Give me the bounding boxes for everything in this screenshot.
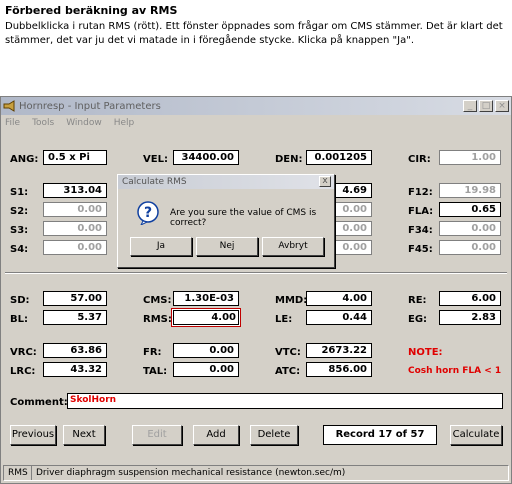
f34-label: F34: [408,225,433,236]
question-icon: ? [137,201,159,225]
cancel-button[interactable]: Avbryt [262,237,324,256]
note-text: Cosh horn FLA < 1 [408,366,502,376]
tal-field[interactable]: 0.00 [173,362,239,377]
f45-field[interactable]: 0.00 [439,240,501,255]
fr-field[interactable]: 0.00 [173,343,239,358]
s4-label: S4: [10,244,29,255]
menu-window[interactable]: Window [66,118,102,128]
delete-button[interactable]: Delete [250,425,298,445]
bl-label: BL: [10,314,28,325]
note-label: NOTE: [408,347,443,358]
fr-label: FR: [143,347,162,358]
rms-field[interactable]: 4.00 [171,308,241,327]
no-button[interactable]: Nej [196,237,258,256]
add-button[interactable]: Add [193,425,239,445]
sd-field[interactable]: 57.00 [43,291,107,306]
mmd-field[interactable]: 4.00 [306,291,372,306]
vrc-label: VRC: [10,347,37,358]
vel-field[interactable]: 34400.00 [173,150,239,165]
maximize-button[interactable]: □ [479,100,493,112]
lrc-field[interactable]: 43.32 [43,362,107,377]
s2-field[interactable]: 0.00 [43,202,107,217]
doc-heading: Förbered beräkning av RMS [5,4,178,17]
edit-button[interactable]: Edit [132,425,182,445]
app-icon [3,100,15,112]
eg-field[interactable]: 2.83 [439,310,501,325]
rms-label: RMS: [143,314,172,325]
record-counter: Record 17 of 57 [323,425,437,445]
vel-label: VEL: [143,154,168,165]
eg-label: EG: [408,314,428,325]
le-label: LE: [275,314,293,325]
dialog-titlebar[interactable]: Calculate RMS x [118,175,334,189]
mmd-label: MMD: [275,295,308,306]
re-label: RE: [408,295,427,306]
previous-button[interactable]: Previous [10,425,56,445]
tal-label: TAL: [143,366,168,377]
cms-field[interactable]: 1.30E-03 [173,291,239,306]
window-titlebar[interactable]: Hornresp - Input Parameters _ □ × [1,97,511,115]
atc-label: ATC: [275,366,301,377]
sd-label: SD: [10,295,30,306]
menu-help[interactable]: Help [114,118,135,128]
window-title: Hornresp - Input Parameters [19,100,161,112]
minimize-button[interactable]: _ [463,100,477,112]
s3-field[interactable]: 0.00 [43,221,107,236]
status-bar: RMS Driver diaphragm suspension mechanic… [3,465,509,481]
comment-field[interactable]: SkolHorn [67,393,503,409]
fla-field[interactable]: 0.65 [439,202,501,217]
ang-label: ANG: [10,154,39,165]
status-text: Driver diaphragm suspension mechanical r… [36,468,346,478]
dialog-message: Are you sure the value of CMS is correct… [170,208,317,228]
le-field[interactable]: 0.44 [306,310,372,325]
separator [5,272,507,274]
close-button[interactable]: × [495,100,509,112]
cms-label: CMS: [143,295,172,306]
den-label: DEN: [275,154,303,165]
s1-field[interactable]: 313.04 [43,183,107,198]
cir-field[interactable]: 1.00 [439,150,501,165]
dialog-title: Calculate RMS [122,177,187,187]
vrc-field[interactable]: 63.86 [43,343,107,358]
comment-label: Comment: [10,397,68,408]
vtc-field[interactable]: 2673.22 [306,343,372,358]
menu-tools[interactable]: Tools [32,118,54,128]
menubar: File Tools Window Help [1,115,511,131]
f12-field[interactable]: 19.98 [439,183,501,198]
re-field[interactable]: 6.00 [439,291,501,306]
ang-field[interactable]: 0.5 x Pi [43,150,107,165]
yes-button[interactable]: Ja [130,237,192,256]
lrc-label: LRC: [10,366,36,377]
calculate-button[interactable]: Calculate [450,425,502,445]
doc-paragraph: Dubbelklicka i rutan RMS (rött). Ett fön… [5,21,503,46]
svg-text:?: ? [144,205,152,221]
fla-label: FLA: [408,206,434,217]
bl-field[interactable]: 5.37 [43,310,107,325]
s4-field[interactable]: 0.00 [43,240,107,255]
dialog-close-button[interactable]: x [319,176,331,187]
hornresp-window: Hornresp - Input Parameters _ □ × File T… [0,96,512,484]
atc-field[interactable]: 856.00 [306,362,372,377]
menu-file[interactable]: File [5,118,20,128]
den-field[interactable]: 0.001205 [306,150,372,165]
s1-label: S1: [10,187,29,198]
f12-label: F12: [408,187,433,198]
cir-label: CIR: [408,154,431,165]
next-button[interactable]: Next [63,425,105,445]
s2-label: S2: [10,206,29,217]
f45-label: F45: [408,244,433,255]
status-key: RMS [8,466,32,480]
f34-field[interactable]: 0.00 [439,221,501,236]
calculate-rms-dialog: Calculate RMS x ? Are you sure the value… [117,174,335,268]
s3-label: S3: [10,225,29,236]
vtc-label: VTC: [275,347,301,358]
